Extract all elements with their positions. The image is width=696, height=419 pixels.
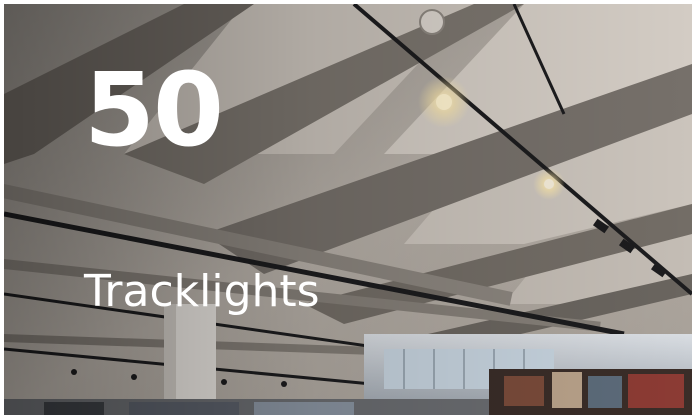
tracklights-tile: 50 Tracklights [4, 4, 692, 415]
stat-number: 50 [84, 51, 224, 170]
stat-label: Tracklights [84, 266, 320, 317]
